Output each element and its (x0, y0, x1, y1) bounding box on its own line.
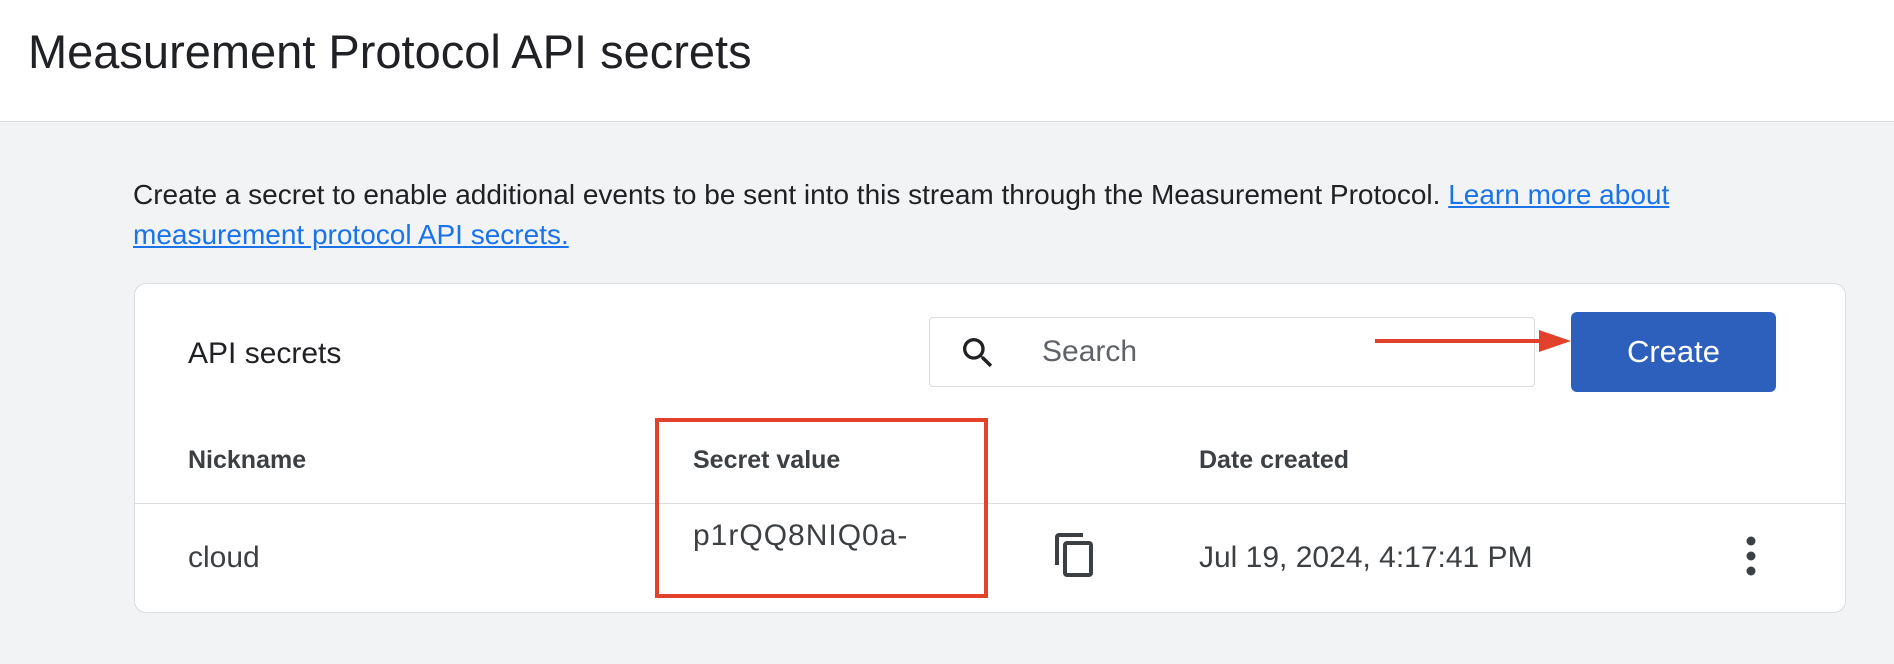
copy-icon[interactable] (1051, 531, 1097, 583)
column-header-nickname[interactable]: Nickname (188, 444, 306, 476)
header-divider (135, 503, 1845, 504)
column-header-date-created[interactable]: Date created (1199, 444, 1349, 476)
page-header: Measurement Protocol API secrets (0, 0, 1894, 122)
date-created-cell: Jul 19, 2024, 4:17:41 PM (1199, 541, 1533, 574)
search-icon (963, 338, 993, 368)
more-vert-icon[interactable] (1745, 536, 1757, 576)
card-title: API secrets (188, 337, 342, 370)
intro-description: Create a secret to enable additional eve… (133, 179, 1449, 210)
api-secrets-card: API secrets Create Nickname Secret value… (134, 283, 1846, 613)
page-title: Measurement Protocol API secrets (28, 25, 752, 78)
intro-text: Create a secret to enable additional eve… (133, 175, 1733, 255)
create-button[interactable]: Create (1571, 312, 1776, 392)
secret-value-highlight (655, 418, 988, 598)
nickname-cell: cloud (188, 541, 260, 574)
annotation-arrow (1375, 330, 1571, 352)
